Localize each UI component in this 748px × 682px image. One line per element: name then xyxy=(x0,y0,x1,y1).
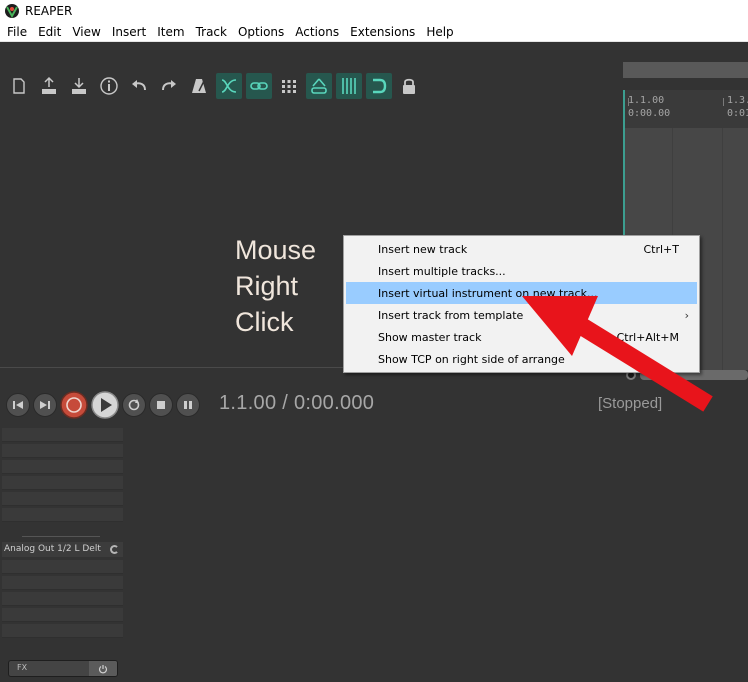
submenu-arrow-icon: › xyxy=(684,308,689,322)
menu-item-label: Show TCP on right side of arrange xyxy=(378,352,565,366)
mixer-row xyxy=(2,576,123,590)
window-title: REAPER xyxy=(25,4,73,18)
main-toolbar xyxy=(6,72,426,100)
arrange-scroll-strip xyxy=(623,62,748,78)
annotation-text: Mouse Right Click xyxy=(235,232,316,340)
ruler-bar-label: 1.3.0 xyxy=(727,95,748,106)
redo-icon[interactable] xyxy=(156,73,182,99)
go-to-start-icon[interactable] xyxy=(6,393,30,417)
repeat-icon[interactable] xyxy=(122,393,146,417)
menu-actions[interactable]: Actions xyxy=(289,25,344,39)
menu-track[interactable]: Track xyxy=(190,25,232,39)
menu-insert-new-track[interactable]: Insert new track Ctrl+T xyxy=(346,238,697,260)
menu-show-tcp-right[interactable]: Show TCP on right side of arrange xyxy=(346,348,697,370)
menu-show-master-track[interactable]: Show master track Ctrl+Alt+M xyxy=(346,326,697,348)
grid-line xyxy=(722,128,723,370)
fx-button[interactable]: FX xyxy=(8,660,118,677)
metronome-icon[interactable] xyxy=(186,73,212,99)
ruler-tick xyxy=(723,98,724,106)
mixer-separator xyxy=(22,536,100,537)
menu-insert-track-from-template[interactable]: Insert track from template › xyxy=(346,304,697,326)
grouping-icon[interactable] xyxy=(246,73,272,99)
stop-icon[interactable] xyxy=(149,393,173,417)
transport-status: [Stopped] xyxy=(598,395,663,412)
mixer-row xyxy=(2,608,123,622)
grid-icon[interactable] xyxy=(276,73,302,99)
mixer-row xyxy=(2,428,123,442)
menu-item[interactable]: Item xyxy=(151,25,189,39)
menu-insert-multiple-tracks[interactable]: Insert multiple tracks... xyxy=(346,260,697,282)
new-project-icon[interactable] xyxy=(6,73,32,99)
menu-item-label: Insert new track xyxy=(378,242,468,256)
menu-options[interactable]: Options xyxy=(232,25,289,39)
mixer-row xyxy=(2,592,123,606)
pan-knob-icon[interactable] xyxy=(110,545,119,554)
open-project-icon[interactable] xyxy=(36,73,62,99)
magnet-icon[interactable] xyxy=(366,73,392,99)
mixer-row xyxy=(2,560,123,574)
mixer-row xyxy=(2,444,123,458)
menu-help[interactable]: Help xyxy=(420,25,458,39)
items-grid-icon[interactable] xyxy=(336,73,362,99)
go-to-end-icon[interactable] xyxy=(33,393,57,417)
menu-bar: File Edit View Insert Item Track Options… xyxy=(0,22,748,42)
mixer-row xyxy=(2,508,123,522)
menu-item-label: Insert virtual instrument on new track..… xyxy=(378,286,598,300)
ruler-time-label: 0:01 xyxy=(727,108,748,119)
reaper-logo-icon xyxy=(5,4,19,19)
menu-item-label: Insert track from template xyxy=(378,308,524,322)
output-routing-label[interactable]: Analog Out 1/2 L Delt xyxy=(2,542,123,557)
menu-item-label: Show master track xyxy=(378,330,482,344)
track-context-menu: Insert new track Ctrl+T Insert multiple … xyxy=(343,235,700,373)
project-info-icon[interactable] xyxy=(96,73,122,99)
ruler-bar-label: 1.1.00 xyxy=(628,95,665,106)
menu-view[interactable]: View xyxy=(66,25,105,39)
annotation-line: Mouse xyxy=(235,235,317,265)
title-bar: REAPER xyxy=(0,0,748,22)
menu-file[interactable]: File xyxy=(0,25,32,39)
transport-time-readout: 1.1.00 / 0:00.000 xyxy=(219,392,375,414)
mixer-row xyxy=(2,624,123,638)
ruler-time-label: 0:00.00 xyxy=(628,108,671,119)
undo-icon[interactable] xyxy=(126,73,152,99)
menu-insert-virtual-instrument[interactable]: Insert virtual instrument on new track..… xyxy=(346,282,697,304)
fx-label: FX xyxy=(17,663,28,672)
record-icon[interactable] xyxy=(60,391,88,419)
menu-item-shortcut: Ctrl+Alt+M xyxy=(616,330,679,344)
ripple-edit-icon[interactable] xyxy=(216,73,242,99)
mixer-row xyxy=(2,460,123,474)
play-icon[interactable] xyxy=(91,391,119,419)
lock-icon[interactable] xyxy=(396,73,422,99)
transport-bar xyxy=(6,391,203,419)
mixer-row xyxy=(2,492,123,506)
annotation-line: Right xyxy=(235,271,299,301)
snap-icon[interactable] xyxy=(306,73,332,99)
mixer-row xyxy=(2,476,123,490)
menu-insert[interactable]: Insert xyxy=(106,25,151,39)
menu-edit[interactable]: Edit xyxy=(32,25,66,39)
annotation-line: Click xyxy=(235,307,294,337)
menu-item-shortcut: Ctrl+T xyxy=(643,242,679,256)
menu-item-label: Insert multiple tracks... xyxy=(378,264,506,278)
fx-power-icon[interactable] xyxy=(89,661,117,676)
pause-icon[interactable] xyxy=(176,393,200,417)
menu-extensions[interactable]: Extensions xyxy=(344,25,420,39)
save-project-icon[interactable] xyxy=(66,73,92,99)
